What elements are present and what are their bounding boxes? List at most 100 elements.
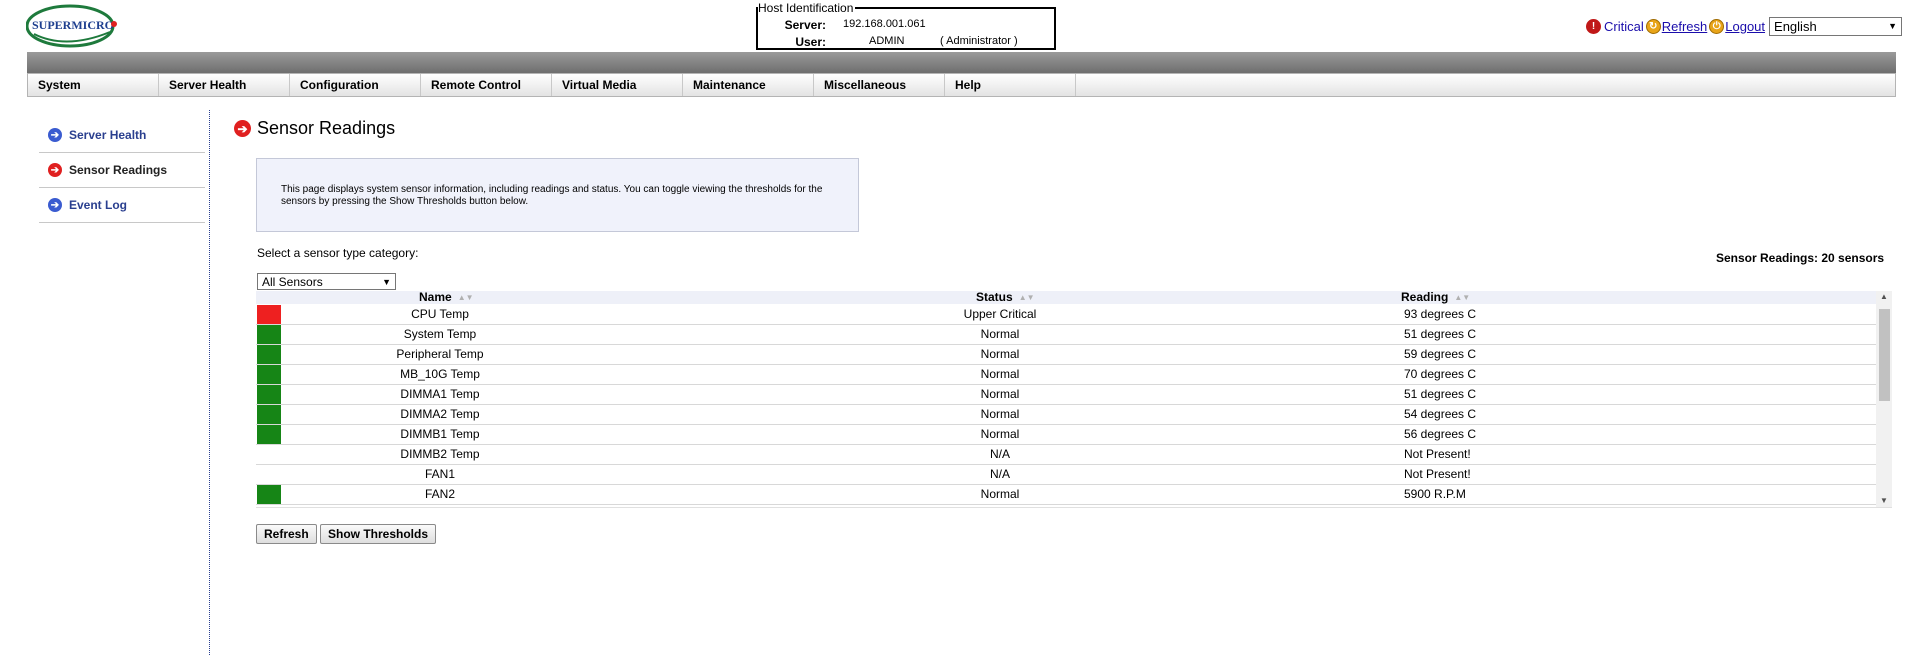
table-row: DIMMA1 Temp Normal 51 degrees C <box>256 385 1876 405</box>
user-label: User: <box>795 35 826 49</box>
sensor-count: Sensor Readings: 20 sensors <box>1716 251 1885 265</box>
sidebar-item-event-log[interactable]: ➔ Event Log <box>39 188 205 223</box>
nav-help[interactable]: Help <box>945 74 1076 96</box>
table-scrollbar[interactable]: ▲ ▼ <box>1876 291 1892 507</box>
cell-status: Normal <box>980 327 1020 341</box>
scroll-down-icon[interactable]: ▼ <box>1876 495 1892 507</box>
cell-status: Normal <box>980 387 1020 401</box>
cell-name: FAN1 <box>424 467 455 481</box>
table-body: CPU Temp Upper Critical 93 degrees C System… <box>256 305 1876 505</box>
status-indicator <box>257 465 281 484</box>
nav-server-health[interactable]: Server Health <box>159 74 290 96</box>
arrow-right-icon: ➔ <box>48 163 62 177</box>
nav-virtual-media[interactable]: Virtual Media <box>552 74 683 96</box>
top-right-links: ! Critical ↻ Refresh ⏻ Logout English ▼ <box>1586 16 1903 36</box>
cell-name: DIMMA2 Temp <box>400 407 480 421</box>
nav-system[interactable]: System <box>28 74 159 96</box>
critical-label: Critical <box>1604 18 1644 34</box>
info-text: This page displays system sensor informa… <box>281 184 823 207</box>
page-title: ➔ Sensor Readings <box>234 118 395 139</box>
table-row: DIMMB2 Temp N/A Not Present! <box>256 445 1876 465</box>
sidebar-item-server-health[interactable]: ➔ Server Health <box>39 118 205 153</box>
cell-status: N/A <box>989 447 1010 461</box>
cell-name: DIMMB2 Temp <box>400 447 480 461</box>
cell-name: System Temp <box>403 327 477 341</box>
sort-icon: ▲▼ <box>457 293 474 302</box>
status-indicator <box>257 305 281 324</box>
refresh-icon: ↻ <box>1645 18 1661 34</box>
supermicro-logo: SUPERMICRO <box>25 4 118 48</box>
cell-status: Normal <box>980 367 1020 381</box>
sidebar-item-label: Sensor Readings <box>69 163 168 177</box>
cell-reading: Not Present! <box>1404 447 1471 461</box>
cell-reading: 70 degrees C <box>1404 367 1477 381</box>
category-value: All Sensors <box>262 274 323 289</box>
status-indicator <box>257 445 281 464</box>
status-indicator <box>257 385 281 404</box>
cell-reading: Not Present! <box>1404 467 1471 481</box>
cell-reading: 5900 R.P.M <box>1404 487 1466 501</box>
status-indicator <box>257 405 281 424</box>
nav-configuration[interactable]: Configuration <box>290 74 421 96</box>
table-row: DIMMA2 Temp Normal 54 degrees C <box>256 405 1876 425</box>
table-row: CPU Temp Upper Critical 93 degrees C <box>256 305 1876 325</box>
show-thresholds-button[interactable]: Show Thresholds <box>320 524 437 544</box>
cell-name: CPU Temp <box>411 307 469 321</box>
nav-miscellaneous[interactable]: Miscellaneous <box>814 74 945 96</box>
dropdown-arrow-icon: ▼ <box>382 276 391 287</box>
scroll-thumb[interactable] <box>1879 309 1890 401</box>
cell-name: DIMMB1 Temp <box>400 427 480 441</box>
critical-link[interactable]: ! Critical <box>1586 18 1644 34</box>
user-role: ( Administrator ) <box>940 35 1018 47</box>
server-label: Server: <box>784 18 826 32</box>
language-value: English <box>1774 18 1817 34</box>
refresh-label: Refresh <box>1661 18 1708 34</box>
cell-status: Normal <box>980 347 1020 361</box>
logout-link[interactable]: ⏻ Logout <box>1709 18 1766 34</box>
cell-name: Peripheral Temp <box>396 347 484 361</box>
logout-icon: ⏻ <box>1709 18 1725 34</box>
cell-reading: 51 degrees C <box>1404 327 1477 341</box>
cell-status: N/A <box>989 467 1010 481</box>
logout-label: Logout <box>1725 18 1766 34</box>
user-value: ADMIN <box>869 35 905 47</box>
sensor-category-select[interactable]: All Sensors ▼ <box>257 273 396 290</box>
column-header-status[interactable]: Status ▲▼ <box>976 291 1035 304</box>
host-identification-legend: Host Identification <box>758 1 856 15</box>
sensor-table: Name ▲▼ Status ▲▼ Reading ▲▼ CPU Temp Upp… <box>256 291 1892 508</box>
scroll-up-icon[interactable]: ▲ <box>1876 291 1892 303</box>
table-row: Peripheral Temp Normal 59 degrees C <box>256 345 1876 365</box>
info-box: This page displays system sensor informa… <box>256 158 859 232</box>
sort-icon: ▲▼ <box>1454 293 1471 302</box>
nav-maintenance[interactable]: Maintenance <box>683 74 814 96</box>
sort-icon: ▲▼ <box>1018 293 1035 302</box>
cell-name: FAN2 <box>424 487 455 501</box>
refresh-link[interactable]: ↻ Refresh <box>1645 18 1708 34</box>
cell-reading: 59 degrees C <box>1404 347 1477 361</box>
sidebar-item-label: Event Log <box>69 198 128 212</box>
page-title-text: Sensor Readings <box>257 118 396 138</box>
table-row: FAN2 Normal 5900 R.P.M <box>256 485 1876 505</box>
cell-reading: 51 degrees C <box>1404 387 1477 401</box>
language-select[interactable]: English ▼ <box>1769 16 1903 36</box>
table-row: DIMMB1 Temp Normal 56 degrees C <box>256 425 1876 445</box>
cell-reading: 54 degrees C <box>1404 407 1477 421</box>
status-indicator <box>257 345 281 364</box>
arrow-right-icon: ➔ <box>48 198 62 212</box>
sidebar: ➔ Server Health ➔ Sensor Readings ➔ Even… <box>39 118 205 223</box>
refresh-button[interactable]: Refresh <box>256 524 317 544</box>
sidebar-item-label: Server Health <box>69 128 147 142</box>
sidebar-divider <box>209 110 210 655</box>
cell-name: MB_10G Temp <box>400 367 480 381</box>
sidebar-item-sensor-readings[interactable]: ➔ Sensor Readings <box>39 153 205 188</box>
column-header-reading[interactable]: Reading ▲▼ <box>1401 291 1470 304</box>
critical-alert-icon: ! <box>1586 18 1601 34</box>
status-indicator <box>257 485 281 504</box>
column-header-label: Reading <box>1401 290 1449 304</box>
column-header-name[interactable]: Name ▲▼ <box>419 291 474 304</box>
cell-reading: 56 degrees C <box>1404 427 1477 441</box>
column-header-label: Status <box>976 290 1013 304</box>
host-identification-box: Host Identification Server: 192.168.001.… <box>756 1 1056 50</box>
nav-remote-control[interactable]: Remote Control <box>421 74 552 96</box>
server-value: 192.168.001.061 <box>843 18 926 30</box>
